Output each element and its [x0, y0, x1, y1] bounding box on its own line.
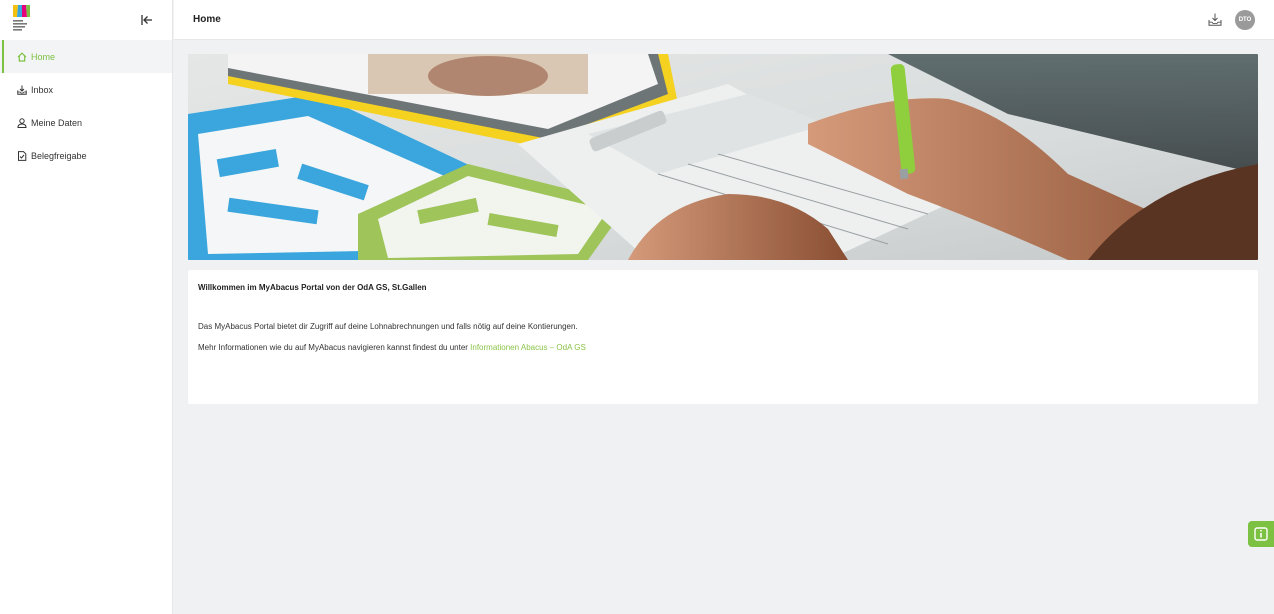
info-abacus-link[interactable]: Informationen Abacus – OdA GS: [470, 343, 586, 352]
intro-paragraph: Das MyAbacus Portal bietet dir Zugriff a…: [198, 322, 578, 331]
page-title: Home: [193, 14, 221, 25]
sidebar: Home Inbox Meine Daten Belegfreigabe: [0, 0, 173, 614]
info-paragraph-text: Mehr Informationen wie du auf MyAbacus n…: [198, 343, 471, 352]
home-icon: [16, 51, 27, 62]
sidebar-item-home[interactable]: Home: [0, 40, 172, 73]
info-paragraph: Mehr Informationen wie du auf MyAbacus n…: [198, 343, 1248, 352]
sidebar-item-label: Meine Daten: [31, 117, 83, 128]
sidebar-item-belegfreigabe[interactable]: Belegfreigabe: [0, 139, 172, 172]
inbox-icon: [16, 84, 27, 95]
sidebar-item-inbox[interactable]: Inbox: [0, 73, 172, 106]
welcome-title: Willkommen im MyAbacus Portal von der Od…: [198, 283, 427, 292]
sidebar-item-label: Inbox: [31, 84, 54, 95]
user-avatar[interactable]: DTO: [1235, 9, 1255, 30]
sidebar-nav: Home Inbox Meine Daten Belegfreigabe: [0, 40, 172, 172]
document-check-icon: [16, 150, 27, 161]
collapse-sidebar-icon[interactable]: [138, 11, 156, 29]
oda-logo[interactable]: [11, 5, 33, 35]
sidebar-item-meine-daten[interactable]: Meine Daten: [0, 106, 172, 139]
info-panel-button[interactable]: [1248, 521, 1274, 547]
header-actions: DTO: [1207, 9, 1255, 30]
sidebar-top: [0, 0, 172, 40]
welcome-card: Willkommen im MyAbacus Portal von der Od…: [188, 270, 1258, 404]
user-icon: [16, 117, 27, 128]
hero-image: [188, 54, 1258, 260]
sidebar-item-label: Home: [31, 51, 56, 62]
top-header: Home DTO: [174, 0, 1274, 40]
inbox-download-icon[interactable]: [1207, 12, 1223, 28]
sidebar-item-label: Belegfreigabe: [31, 150, 87, 161]
info-icon: [1254, 527, 1268, 541]
